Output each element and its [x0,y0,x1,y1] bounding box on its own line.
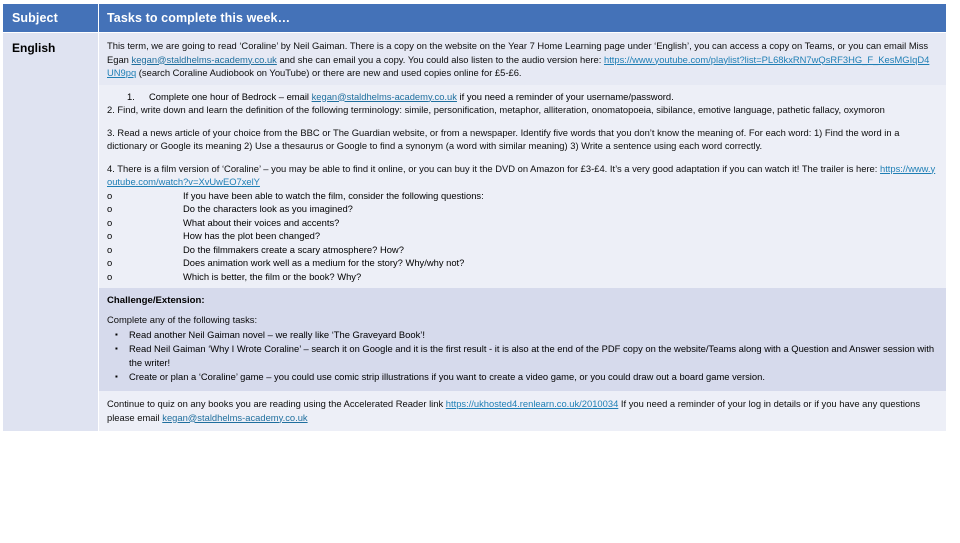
o-bullet-marker: o [107,189,113,201]
challenge-task-text: Read another Neil Gaiman novel – we real… [129,329,425,341]
list-item: ▪ Read Neil Gaiman ‘Why I Wrote Coraline… [107,342,936,370]
film-question-text: How has the plot been changed? [183,230,321,242]
footer-paragraph: Continue to quiz on any books you are re… [107,397,936,424]
list-item: o If you have been able to watch the fil… [107,189,936,203]
task-1-text-1: Complete one hour of Bedrock – email [149,90,312,102]
o-bullet-marker: o [107,216,113,228]
footer-text-1: Continue to quiz on any books you are re… [107,398,446,410]
list-item: o Do the filmmakers create a scary atmos… [107,243,936,257]
list-item: o Does animation work well as a medium f… [107,256,936,270]
task-1-text-2: if you need a reminder of your username/… [456,90,674,102]
film-question-text: Does animation work well as a medium for… [183,257,465,269]
home-learning-table: Subject Tasks to complete this week… Eng… [2,3,947,433]
table-header-row: Subject Tasks to complete this week… [2,3,947,33]
challenge-intro: Complete any of the following tasks: [107,313,258,325]
list-item: ▪ Read another Neil Gaiman novel – we re… [107,328,936,342]
task-4-text: 4. There is a film version of ‘Coraline’… [107,162,880,174]
challenge-block: Challenge/Extension: Complete any of the… [99,287,946,392]
tasks-cell: This term, we are going to read ‘Coralin… [98,31,947,433]
film-question-text: What about their voices and accents? [183,216,340,228]
film-question-text: If you have been able to watch the film,… [183,189,484,201]
challenge-title: Challenge/Extension: [107,294,205,306]
task-item-3: 3. Read a news article of your choice fr… [107,126,900,152]
intro-block: This term, we are going to read ‘Coralin… [99,33,946,85]
list-item: o How has the plot been changed? [107,229,936,243]
subject-cell-english: English [2,31,99,433]
bedrock-email-link[interactable]: kegan@staldhelms-academy.co.uk [312,91,457,102]
footer-block: Continue to quiz on any books you are re… [99,391,946,432]
column-header-tasks: Tasks to complete this week… [98,3,947,33]
task-1-text: Complete one hour of Bedrock – email keg… [149,90,936,104]
intro-email-link-1[interactable]: kegan@staldhelms-academy.co.uk [132,54,277,65]
o-bullet-marker: o [107,203,113,215]
film-question-text: Which is better, the film or the book? W… [183,271,362,283]
slide-canvas: Subject Tasks to complete this week… Eng… [0,3,960,543]
intro-text-2: and she can email you a copy. You could … [276,53,604,65]
intro-text-3: (search Coraline Audiobook on YouTube) o… [136,67,522,78]
o-bullet-marker: o [107,257,113,269]
list-item: o What about their voices and accents? [107,216,936,230]
table-row: English This term, we are going to read … [2,31,947,433]
task-item-4: 4. There is a film version of ‘Coraline’… [107,162,936,189]
film-question-text: Do the characters look as you imagined? [183,203,353,215]
accelerated-reader-link[interactable]: https://ukhosted4.renlearn.co.uk/2010034 [446,398,619,409]
o-bullet-marker: o [107,243,113,255]
film-question-list: o If you have been able to watch the fil… [107,189,936,284]
challenge-task-text: Create or plan a ‘Coraline’ game – you c… [129,371,765,383]
task-item-2: 2. Find, write down and learn the defini… [107,104,885,115]
square-bullet-icon: ▪ [115,372,118,382]
film-question-text: Do the filmmakers create a scary atmosph… [183,243,404,255]
list-item: o Do the characters look as you imagined… [107,202,936,216]
square-bullet-icon: ▪ [115,344,118,354]
footer-email-link[interactable]: kegan@staldhelms-academy.co.uk [162,412,307,423]
challenge-task-list: ▪ Read another Neil Gaiman novel – we re… [107,328,936,384]
o-bullet-marker: o [107,271,113,283]
task-1-marker: 1. [127,90,135,102]
list-item: ▪ Create or plan a ‘Coraline’ game – you… [107,370,936,384]
square-bullet-icon: ▪ [115,330,118,340]
intro-paragraph: This term, we are going to read ‘Coralin… [107,39,936,80]
task-item-1: 1. Complete one hour of Bedrock – email … [107,90,936,104]
list-item: o Which is better, the film or the book?… [107,270,936,284]
tasks-block: 1. Complete one hour of Bedrock – email … [99,84,946,288]
challenge-task-text: Read Neil Gaiman ‘Why I Wrote Coraline’ … [129,343,935,369]
o-bullet-marker: o [107,230,113,242]
column-header-subject: Subject [2,3,99,33]
